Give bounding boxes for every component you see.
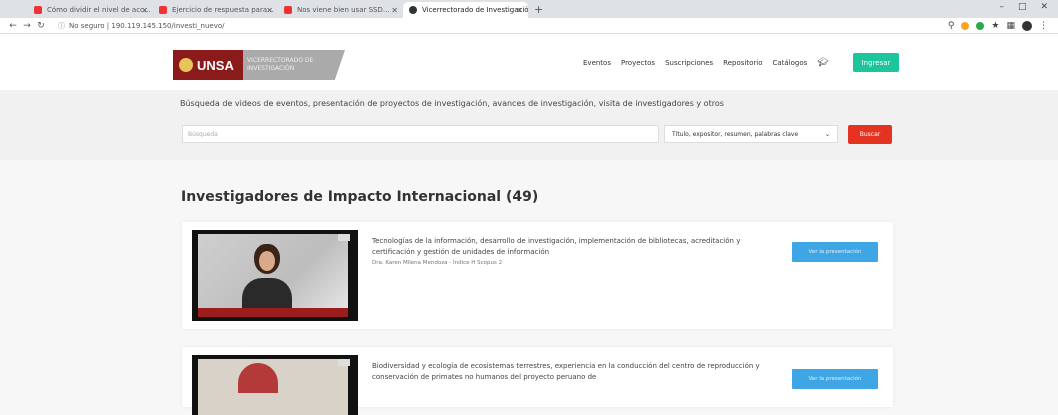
extension-orange-icon[interactable] bbox=[961, 21, 970, 30]
favicon-icon bbox=[159, 6, 167, 14]
nav-catalogos[interactable]: Catálogos bbox=[772, 59, 807, 67]
nav-suscripciones[interactable]: Suscripciones bbox=[665, 59, 713, 67]
menu-icon[interactable]: ⋮ bbox=[1039, 21, 1048, 31]
profile-avatar[interactable] bbox=[1022, 20, 1032, 31]
close-icon[interactable]: ✕ bbox=[391, 6, 398, 15]
search-description: Búsqueda de videos de eventos, presentac… bbox=[180, 99, 724, 108]
researcher-photo bbox=[242, 244, 292, 316]
close-icon[interactable]: ✕ bbox=[516, 6, 523, 15]
close-icon[interactable]: ✕ bbox=[141, 6, 148, 15]
window-controls: – □ ✕ bbox=[999, 2, 1048, 12]
site-logo[interactable]: UNSA VICERRECTORADO DE INVESTIGACIÓN bbox=[173, 50, 345, 80]
tab-title: Cómo dividir el nivel de acc... bbox=[47, 6, 151, 14]
site-header: UNSA VICERRECTORADO DE INVESTIGACIÓN Eve… bbox=[0, 34, 1058, 90]
page-title: Investigadores de Impacto Internacional … bbox=[181, 189, 539, 205]
filter-value: Título, expositor, resumen, palabras cla… bbox=[672, 131, 799, 138]
search-input[interactable]: Búsqueda bbox=[182, 125, 659, 143]
login-button[interactable]: Ingresar bbox=[853, 53, 899, 72]
view-presentation-button[interactable]: Ver la presentación bbox=[792, 242, 878, 262]
card-description: Biodiversidad y ecología de ecosistemas … bbox=[372, 362, 760, 381]
favicon-icon bbox=[284, 6, 292, 14]
reload-icon[interactable]: ↻ bbox=[34, 21, 48, 31]
star-icon[interactable]: ★ bbox=[991, 21, 999, 31]
seal-icon bbox=[179, 58, 193, 72]
nav-eventos[interactable]: Eventos bbox=[583, 59, 611, 67]
video-thumbnail[interactable] bbox=[192, 230, 358, 321]
card-description: Tecnologías de la información, desarroll… bbox=[372, 237, 741, 256]
logo-subtitle: VICERRECTORADO DE INVESTIGACIÓN bbox=[243, 50, 345, 80]
view-presentation-button[interactable]: Ver la presentación bbox=[792, 369, 878, 389]
card-text: Tecnologías de la información, desarroll… bbox=[372, 236, 782, 267]
key-icon[interactable]: ⚲ bbox=[948, 21, 955, 31]
chevron-down-icon: ⌄ bbox=[824, 131, 830, 138]
researcher-card: Tecnologías de la información, desarroll… bbox=[182, 222, 893, 329]
search-section: Búsqueda de videos de eventos, presentac… bbox=[0, 90, 1058, 160]
search-button[interactable]: Buscar bbox=[848, 125, 892, 144]
minimize-icon[interactable]: – bbox=[999, 2, 1004, 12]
maximize-icon[interactable]: □ bbox=[1018, 2, 1027, 12]
logo-brand: UNSA bbox=[173, 50, 243, 80]
browser-tab[interactable]: Nos viene bien usar SSD... ✕ bbox=[278, 2, 403, 18]
new-tab-icon[interactable]: + bbox=[534, 2, 543, 18]
watermark-logo bbox=[338, 359, 350, 366]
video-thumbnail[interactable] bbox=[192, 355, 358, 415]
info-icon[interactable]: ⓘ bbox=[58, 21, 65, 31]
researcher-card: Biodiversidad y ecología de ecosistemas … bbox=[182, 347, 893, 415]
photo-face bbox=[259, 251, 275, 271]
card-text: Biodiversidad y ecología de ecosistemas … bbox=[372, 361, 782, 383]
search-filter-select[interactable]: Título, expositor, resumen, palabras cla… bbox=[664, 125, 838, 143]
tab-title: Ejercicio de respuesta para... bbox=[172, 6, 274, 14]
extension-green-icon[interactable] bbox=[976, 21, 985, 30]
tab-title: Vicerrectorado de Investigación bbox=[422, 6, 528, 14]
address-bar: ← → ↻ ⓘ No seguro | 190.119.145.150/inve… bbox=[0, 18, 1058, 34]
browser-tab[interactable]: Cómo dividir el nivel de acc... ✕ bbox=[28, 2, 153, 18]
browser-tab-strip: Cómo dividir el nivel de acc... ✕ Ejerci… bbox=[0, 0, 1058, 18]
favicon-icon bbox=[34, 6, 42, 14]
browser-tab-active[interactable]: Vicerrectorado de Investigación ✕ bbox=[403, 2, 528, 18]
main-nav: Eventos Proyectos Suscripciones Reposito… bbox=[583, 58, 829, 68]
url-text: No seguro | 190.119.145.150/investi_nuev… bbox=[69, 21, 225, 30]
back-icon[interactable]: ← bbox=[6, 21, 20, 31]
forward-icon[interactable]: → bbox=[20, 21, 34, 31]
graduation-cap-icon[interactable]: 🎓︎ bbox=[817, 58, 828, 68]
card-meta: Dra. Karen Milena Mendoza - Índice H Sco… bbox=[372, 260, 503, 266]
logo-brand-text: UNSA bbox=[197, 57, 234, 73]
tab-title: Nos viene bien usar SSD... bbox=[297, 6, 390, 14]
close-icon[interactable]: ✕ bbox=[266, 6, 273, 15]
url-field[interactable]: ⓘ No seguro | 190.119.145.150/investi_nu… bbox=[58, 21, 948, 31]
lower-third-banner bbox=[198, 308, 348, 317]
puzzle-icon[interactable]: ▦ bbox=[1006, 21, 1015, 31]
extensions-bar: ⚲ ★ ▦ ⋮ bbox=[948, 20, 1048, 31]
browser-tab[interactable]: Ejercicio de respuesta para... ✕ bbox=[153, 2, 278, 18]
favicon-icon bbox=[409, 6, 417, 14]
close-window-icon[interactable]: ✕ bbox=[1040, 2, 1048, 12]
nav-repositorio[interactable]: Repositorio bbox=[723, 59, 762, 67]
watermark-logo bbox=[338, 234, 350, 241]
nav-proyectos[interactable]: Proyectos bbox=[621, 59, 655, 67]
